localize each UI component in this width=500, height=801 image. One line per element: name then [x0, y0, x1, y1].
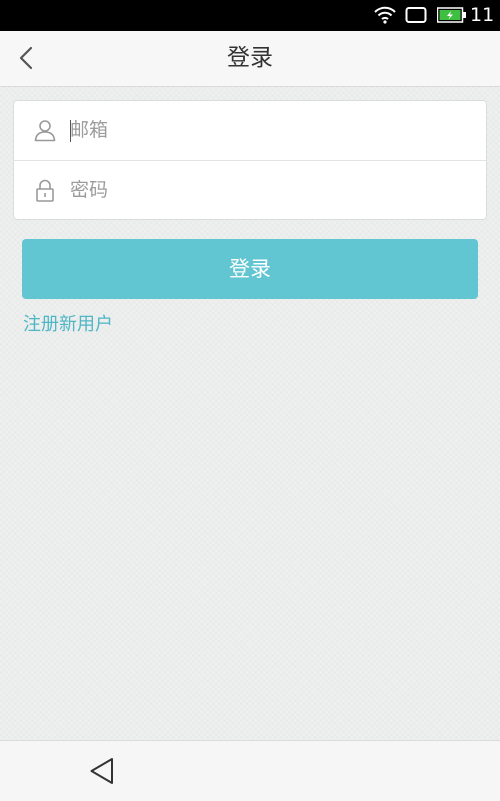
login-button[interactable]: 登录: [22, 239, 478, 299]
email-row: [14, 101, 486, 160]
user-icon: [33, 118, 57, 142]
chevron-left-icon[interactable]: [14, 45, 40, 71]
password-field[interactable]: [70, 171, 470, 209]
recent-apps-icon: [405, 6, 427, 28]
login-form: [13, 100, 487, 220]
password-row: [14, 160, 486, 220]
lock-icon: [33, 178, 57, 202]
system-nav-bar: [0, 740, 500, 801]
login-content: 登录 注册新用户: [0, 87, 500, 740]
triangle-back-icon[interactable]: [88, 756, 116, 786]
status-time: 11: [470, 4, 495, 26]
battery-charging-icon: [436, 7, 467, 27]
app-header: 登录: [0, 31, 500, 87]
register-new-user-link[interactable]: 注册新用户: [23, 313, 113, 337]
page-title: 登录: [227, 45, 273, 71]
status-bar: 11: [0, 0, 500, 31]
email-field[interactable]: [70, 111, 470, 149]
text-cursor: [70, 120, 71, 142]
wifi-icon: [374, 6, 396, 28]
